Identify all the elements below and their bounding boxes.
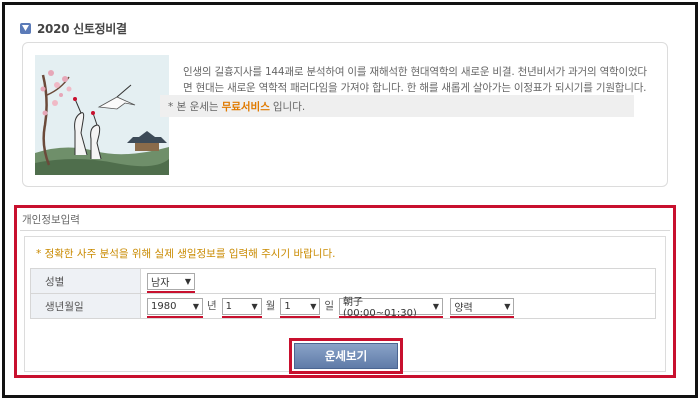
day-unit: 일 xyxy=(324,300,335,312)
caret-box-icon xyxy=(20,22,31,34)
free-service-notice: * 본 운세는 무료서비스 입니다. xyxy=(160,95,634,117)
year-select[interactable]: 1980 ▼ xyxy=(147,297,203,318)
birth-time-select[interactable]: 朝子(00:00~01:30) ▼ xyxy=(339,297,444,319)
calendar-type-select[interactable]: 양력 ▼ xyxy=(450,297,515,318)
year-value: 1980 xyxy=(151,300,177,312)
personal-info-table: 성별 남자 ▼ 생년월일 1980 ▼ 년 1 ▼ 월 1 ▼ 일 朝子(00:… xyxy=(30,268,656,319)
day-select[interactable]: 1 ▼ xyxy=(280,297,321,318)
gender-cell: 남자 ▼ xyxy=(140,268,656,294)
month-unit: 월 xyxy=(265,300,276,312)
birth-time-value: 朝子(00:00~01:30) xyxy=(343,297,417,319)
page-title: 2020 신토정비결 xyxy=(37,21,127,36)
chevron-down-icon: ▼ xyxy=(251,301,258,311)
gender-select[interactable]: 남자 ▼ xyxy=(147,272,195,293)
crane-painting-image xyxy=(35,55,169,175)
calendar-type-value: 양력 xyxy=(454,302,473,314)
month-value: 1 xyxy=(225,300,233,312)
free-service-suffix: 입니다. xyxy=(272,100,306,113)
chevron-down-icon: ▼ xyxy=(184,276,191,286)
gender-row: 성별 남자 ▼ xyxy=(30,268,656,294)
chevron-down-icon: ▼ xyxy=(504,301,511,311)
year-unit: 년 xyxy=(207,300,217,312)
section-label: 개인정보입력 xyxy=(22,214,80,226)
chevron-down-icon: ▼ xyxy=(310,301,317,311)
birthdate-row: 생년월일 1980 ▼ 년 1 ▼ 월 1 ▼ 일 朝子(00:00~01:30… xyxy=(30,293,656,319)
month-select[interactable]: 1 ▼ xyxy=(221,297,262,318)
chevron-down-icon: ▼ xyxy=(192,301,199,311)
submit-highlight: 운세보기 xyxy=(289,338,403,374)
birthdate-label: 생년월일 xyxy=(30,293,141,319)
free-service-highlight: 무료서비스 xyxy=(221,100,270,113)
view-fortune-button[interactable]: 운세보기 xyxy=(294,343,398,369)
input-notice: * 정확한 사주 분석을 위해 실제 생일정보를 입력해 주시기 바랍니다. xyxy=(36,248,336,260)
section-title: 2020 신토정비결 xyxy=(20,20,127,36)
free-service-prefix: * 본 운세는 xyxy=(168,100,219,113)
chevron-down-icon: ▼ xyxy=(432,301,440,311)
divider xyxy=(20,230,670,231)
day-value: 1 xyxy=(284,300,291,312)
gender-label: 성별 xyxy=(30,268,141,294)
birthdate-cell: 1980 ▼ 년 1 ▼ 월 1 ▼ 일 朝子(00:00~01:30) ▼ 양… xyxy=(140,293,656,319)
gender-value: 남자 xyxy=(151,277,170,289)
